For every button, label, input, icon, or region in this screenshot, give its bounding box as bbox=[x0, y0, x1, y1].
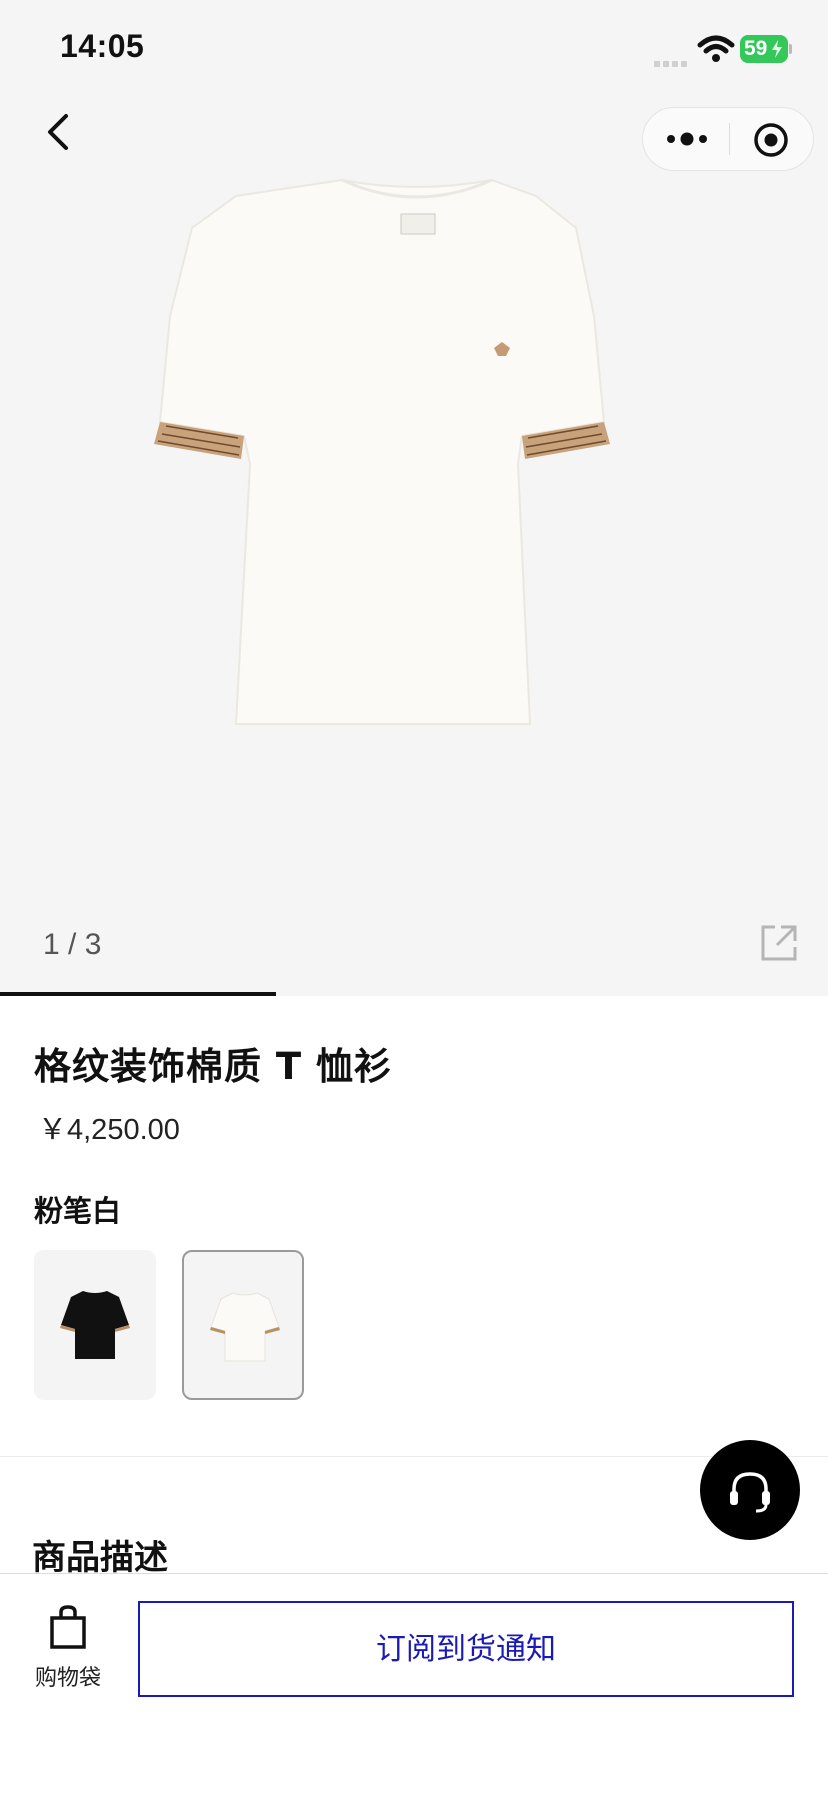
selected-color-name: 粉笔白 bbox=[34, 1194, 122, 1228]
status-time: 14:05 bbox=[60, 28, 145, 64]
product-image bbox=[154, 178, 610, 725]
description-heading[interactable]: 商品描述 bbox=[32, 1530, 168, 1579]
color-swatch-black[interactable] bbox=[34, 1250, 156, 1400]
black-tee-thumbnail bbox=[60, 1291, 130, 1359]
charging-bolt-icon bbox=[772, 40, 782, 58]
section-divider bbox=[0, 1456, 828, 1457]
subscribe-restock-button[interactable]: 订阅到货通知 bbox=[138, 1601, 794, 1697]
gallery-progress-bar bbox=[0, 992, 276, 996]
more-options-icon[interactable] bbox=[665, 124, 709, 154]
battery-icon: 59 bbox=[740, 35, 792, 63]
shopping-bag-button[interactable]: 购物袋 bbox=[28, 1604, 108, 1692]
share-icon[interactable] bbox=[760, 924, 798, 962]
product-image-gallery[interactable]: 14:05 59 1 / 3 bbox=[0, 0, 828, 996]
wifi-icon bbox=[697, 35, 735, 62]
signal-icon bbox=[654, 52, 690, 71]
back-arrow-icon[interactable] bbox=[40, 110, 76, 154]
close-target-icon[interactable] bbox=[753, 122, 789, 158]
headset-icon bbox=[730, 1472, 770, 1513]
product-title: 格纹装饰棉质 T 恤衫 bbox=[34, 1045, 393, 1088]
bottom-action-bar: 购物袋 订阅到货通知 bbox=[0, 1573, 828, 1793]
color-swatch-chalk-white[interactable] bbox=[182, 1250, 304, 1400]
customer-service-button[interactable] bbox=[700, 1440, 800, 1540]
product-price: ￥4,250.00 bbox=[38, 1114, 180, 1146]
white-tee-thumbnail bbox=[210, 1292, 280, 1362]
shopping-bag-label: 购物袋 bbox=[34, 1666, 101, 1691]
battery-level: 59 bbox=[744, 37, 768, 60]
capsule-divider bbox=[729, 123, 730, 155]
image-counter: 1 / 3 bbox=[43, 928, 102, 961]
mini-program-capsule bbox=[642, 107, 814, 171]
shopping-bag-icon bbox=[50, 1605, 86, 1649]
